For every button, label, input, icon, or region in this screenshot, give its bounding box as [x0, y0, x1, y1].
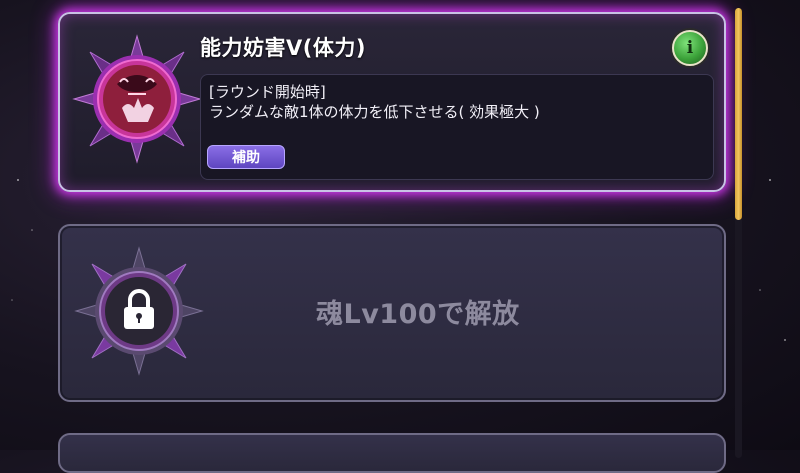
skill-card-next[interactable] [58, 433, 726, 473]
skill-trigger-text: [ラウンド開始時] [209, 83, 326, 101]
skill-title: 能力妨害Ⅴ(体力) [200, 36, 366, 60]
skill-effect-text: ランダムな敵1体の体力を低下させる( 効果極大 ) [209, 103, 540, 121]
skill-type-badge: 補助 [207, 145, 285, 169]
skill-description-panel: [ラウンド開始時] ランダムな敵1体の体力を低下させる( 効果極大 ) 補助 [200, 74, 714, 180]
unlock-requirement-text: 魂Lv100で解放 [316, 299, 520, 330]
info-button[interactable]: i [672, 30, 708, 66]
locked-emblem [74, 246, 204, 376]
skill-card-locked[interactable]: 魂Lv100で解放 [58, 224, 726, 402]
skill-card-active[interactable]: 能力妨害Ⅴ(体力) i [ラウンド開始時] ランダムな敵1体の体力を低下させる(… [58, 12, 726, 192]
scrollbar[interactable] [735, 8, 742, 458]
info-icon: i [686, 38, 694, 58]
skill-emblem [72, 34, 202, 164]
scrollbar-thumb[interactable] [735, 8, 742, 220]
